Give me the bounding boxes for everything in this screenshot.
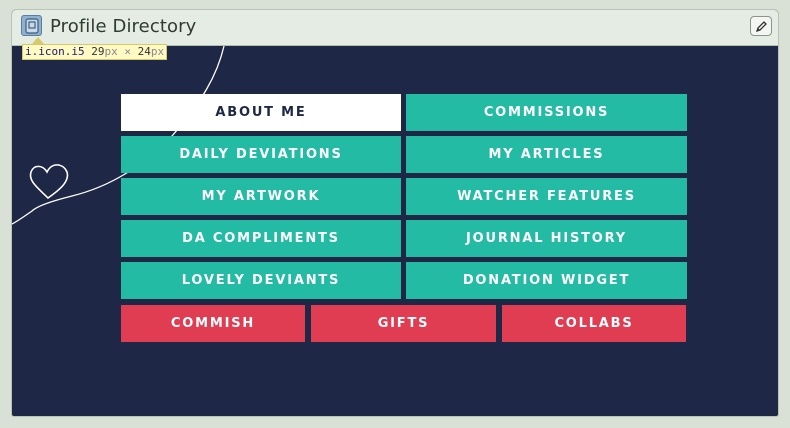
widget-header: Profile Directory <box>12 10 778 46</box>
element-inspector-tooltip: i.icon.i5 29px × 24px <box>22 44 168 60</box>
daily-deviations-button[interactable]: DAILY DEVIATIONS <box>121 136 401 173</box>
gifts-button[interactable]: GIFTS <box>311 305 496 342</box>
about-me-button[interactable]: ABOUT ME <box>121 94 401 131</box>
tooltip-selector: i.icon.i5 <box>25 45 85 58</box>
collabs-button[interactable]: COLLABS <box>502 305 686 342</box>
tooltip-separator: × <box>124 45 131 58</box>
my-artwork-button[interactable]: MY ARTWORK <box>121 178 401 215</box>
commish-button[interactable]: COMMISH <box>121 305 305 342</box>
da-compliments-button[interactable]: DA COMPLIMENTS <box>121 220 401 257</box>
watcher-features-button[interactable]: WATCHER FEATURES <box>406 178 687 215</box>
tooltip-height: 24 <box>137 45 151 58</box>
page-title: Profile Directory <box>50 16 197 37</box>
donation-widget-button[interactable]: DONATION WIDGET <box>406 262 687 299</box>
edit-button[interactable] <box>750 16 772 36</box>
app-icon[interactable] <box>21 15 42 36</box>
my-articles-button[interactable]: MY ARTICLES <box>406 136 687 173</box>
tooltip-width: 29 <box>91 45 105 58</box>
profile-directory-widget: Profile Directory ABOUT ME COMMISSIONS D… <box>11 9 779 417</box>
tooltip-unit-2: px <box>150 45 165 58</box>
commissions-button[interactable]: COMMISSIONS <box>406 94 687 131</box>
tooltip-arrow <box>32 37 44 44</box>
lovely-deviants-button[interactable]: LOVELY DEVIANTS <box>121 262 401 299</box>
tooltip-unit: px <box>104 45 118 58</box>
journal-history-button[interactable]: JOURNAL HISTORY <box>406 220 687 257</box>
pencil-icon <box>755 21 767 33</box>
